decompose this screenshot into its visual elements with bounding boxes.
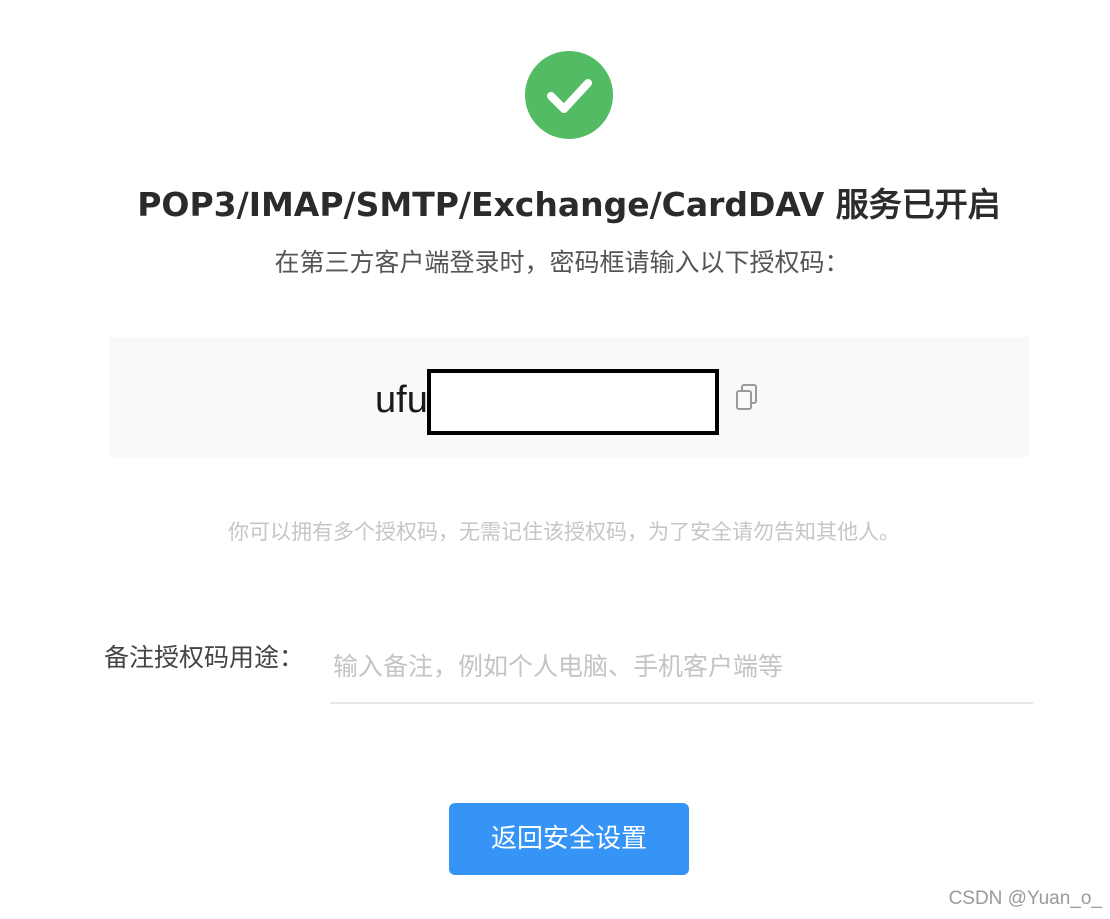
check-circle-icon: [525, 51, 613, 139]
watermark: CSDN @Yuan_o_: [948, 888, 1102, 909]
note-label: 备注授权码用途：: [104, 643, 305, 672]
auth-code-text: ufu: [375, 379, 428, 421]
redaction-box: [427, 369, 719, 435]
copy-icon[interactable]: [734, 383, 760, 413]
back-to-security-settings-button[interactable]: 返回安全设置: [449, 803, 689, 875]
page-title: POP3/IMAP/SMTP/Exchange/CardDAV 服务已开启: [137, 185, 1001, 224]
note-input[interactable]: [330, 630, 1033, 704]
checkmark-glyph: [547, 79, 592, 113]
security-hint: 你可以拥有多个授权码，无需记住该授权码，为了安全请勿告知其他人。: [228, 520, 900, 544]
instruction-text: 在第三方客户端登录时，密码框请输入以下授权码：: [274, 248, 850, 277]
